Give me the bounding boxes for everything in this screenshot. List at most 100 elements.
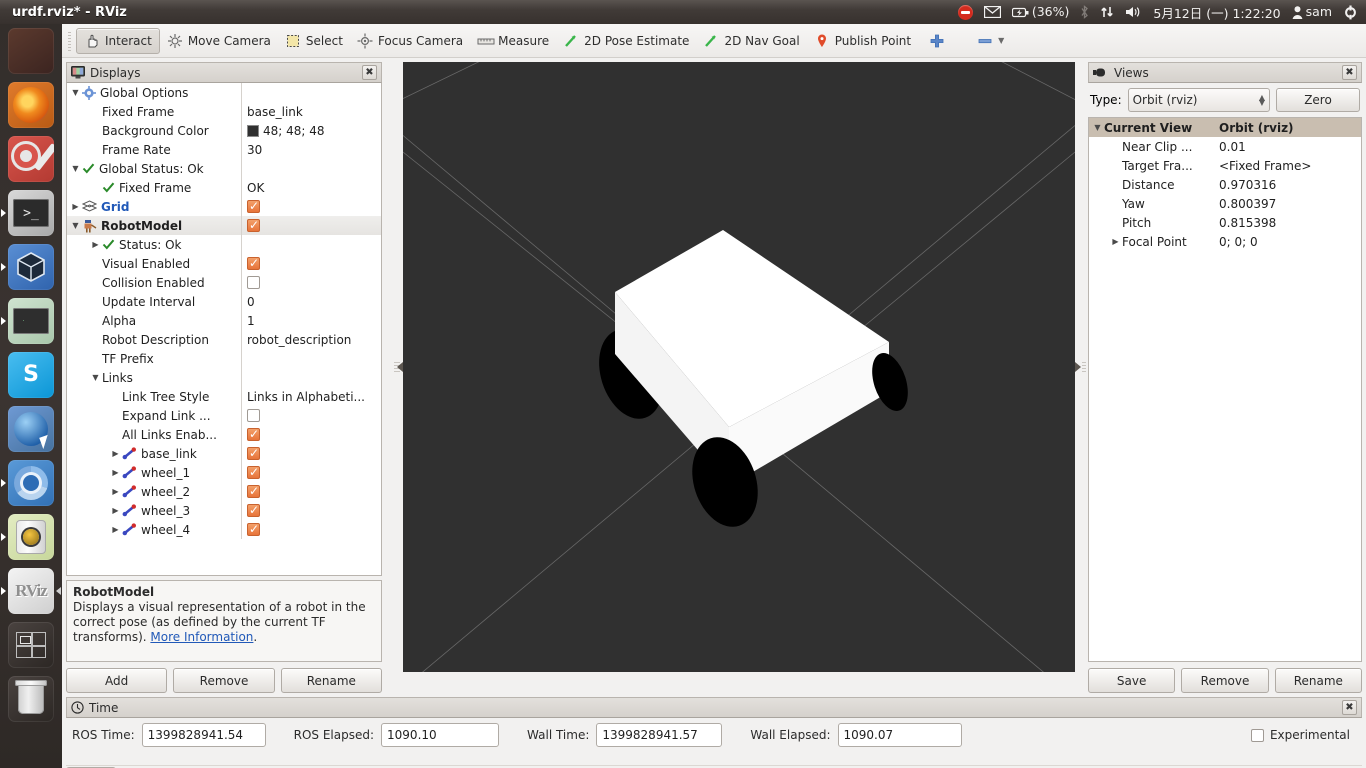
toolbar-grip[interactable] [66, 29, 73, 52]
checkbox-on[interactable] [247, 484, 260, 498]
display-row-wheel-1[interactable]: ▶ wheel_1 [67, 463, 381, 482]
display-row-alpha[interactable]: Alpha 1 [67, 311, 381, 330]
display-row-value-cell[interactable] [241, 406, 381, 425]
display-row-value-cell[interactable] [241, 197, 381, 216]
launcher-item-system-settings[interactable] [0, 132, 62, 186]
views-row-distance[interactable]: Distance 0.970316 [1089, 175, 1361, 194]
tool-measure[interactable]: Measure [470, 28, 556, 54]
experimental-checkbox-row[interactable]: Experimental [1250, 728, 1356, 742]
checkbox-on[interactable] [247, 427, 260, 441]
color-swatch[interactable] [247, 124, 259, 137]
expander-closed-icon[interactable]: ▶ [89, 240, 102, 249]
checkbox-on[interactable] [247, 446, 260, 460]
expander-open-icon[interactable]: ▼ [89, 373, 102, 382]
3d-viewport[interactable] [403, 62, 1075, 672]
display-row-value-cell[interactable] [241, 425, 381, 444]
launcher-item-firefox[interactable] [0, 78, 62, 132]
time-input-2[interactable]: 1399828941.57 [596, 723, 723, 747]
collapse-right-icon[interactable] [1075, 362, 1081, 372]
display-row-value-cell[interactable]: Links in Alphabeti... [241, 387, 381, 406]
checkbox-on[interactable] [247, 503, 260, 517]
user-menu[interactable]: sam [1292, 5, 1332, 19]
launcher-item-workspace-switcher[interactable] [0, 618, 62, 672]
tool-interact[interactable]: Interact [76, 27, 160, 54]
display-row-value-cell[interactable]: 30 [241, 140, 381, 159]
views-row-target-fra[interactable]: Target Fra... <Fixed Frame> [1089, 156, 1361, 175]
views-row-value[interactable]: 0.800397 [1215, 197, 1361, 211]
display-row-value-cell[interactable] [241, 349, 381, 368]
display-row-value-cell[interactable] [241, 444, 381, 463]
views-row-value[interactable]: <Fixed Frame> [1215, 159, 1361, 173]
launcher-item-audio-device[interactable] [0, 510, 62, 564]
views-row-value[interactable]: 0.01 [1215, 140, 1361, 154]
expander-closed-icon[interactable]: ▶ [69, 202, 82, 211]
launcher-item-dash-home[interactable] [0, 24, 62, 78]
tool-publish-point[interactable]: Publish Point [807, 28, 918, 54]
display-row-value-cell[interactable] [241, 83, 381, 102]
power-gear-icon[interactable] [1343, 5, 1358, 20]
remove-button[interactable]: Remove [173, 668, 275, 693]
display-row-status-ok[interactable]: ▶ Status: Ok [67, 235, 381, 254]
views-row-focal-point[interactable]: ▶ Focal Point 0; 0; 0 [1089, 232, 1361, 251]
display-row-value-cell[interactable] [241, 501, 381, 520]
volume-icon[interactable] [1125, 5, 1142, 19]
views-row-value[interactable]: 0; 0; 0 [1215, 235, 1361, 249]
checkbox-off[interactable] [247, 276, 260, 289]
display-row-link-tree-style[interactable]: Link Tree Style Links in Alphabeti... [67, 387, 381, 406]
display-row-base-link[interactable]: ▶ base_link [67, 444, 381, 463]
expander-closed-icon[interactable]: ▶ [109, 506, 122, 515]
clock-datetime[interactable]: 5月12日 (一) 1:22:20 [1153, 3, 1280, 22]
display-row-links[interactable]: ▼ Links [67, 368, 381, 387]
close-icon[interactable]: ✖ [1342, 700, 1357, 715]
add-button[interactable]: Add [66, 668, 168, 693]
expander-open-icon[interactable]: ▼ [69, 221, 82, 230]
tool-move-camera[interactable]: Move Camera [160, 28, 278, 54]
tool-select[interactable]: Select [278, 28, 350, 54]
expander-closed-icon[interactable]: ▶ [109, 525, 122, 534]
launcher-item-terminal[interactable]: >_ [0, 186, 62, 240]
expander-open-icon[interactable]: ▼ [1091, 123, 1104, 132]
views-row-pitch[interactable]: Pitch 0.815398 [1089, 213, 1361, 232]
display-row-value-cell[interactable]: base_link [241, 102, 381, 121]
display-row-grid[interactable]: ▶ Grid [67, 197, 381, 216]
display-row-value-cell[interactable] [241, 235, 381, 254]
rename-button[interactable]: Rename [280, 668, 382, 693]
envelope-icon[interactable] [983, 6, 1001, 18]
views-row-value[interactable]: 0.970316 [1215, 178, 1361, 192]
display-row-wheel-2[interactable]: ▶ wheel_2 [67, 482, 381, 501]
launcher-item-virtualbox[interactable] [0, 240, 62, 294]
views-tree-header[interactable]: ▼ Current View Orbit (rviz) [1089, 118, 1361, 137]
tool-2d-pose-estimate[interactable]: 2D Pose Estimate [556, 28, 696, 54]
display-row-collision-enabled[interactable]: Collision Enabled [67, 273, 381, 292]
tool-2d-nav-goal[interactable]: 2D Nav Goal [696, 28, 806, 54]
display-row-robotmodel[interactable]: ▼ RobotModel [67, 216, 381, 235]
display-row-value-cell[interactable] [241, 482, 381, 501]
display-row-value-cell[interactable] [241, 368, 381, 387]
tool-add[interactable] [922, 28, 952, 54]
checkbox-on[interactable] [247, 522, 260, 536]
launcher-item-trash[interactable] [0, 672, 62, 726]
display-row-value-cell[interactable] [241, 254, 381, 273]
display-row-expand-link[interactable]: Expand Link ... [67, 406, 381, 425]
checkbox-off[interactable] [247, 409, 260, 422]
rename-view-button[interactable]: Rename [1274, 668, 1362, 693]
view-type-combo[interactable]: Orbit (rviz) ▲ ▼ [1127, 88, 1270, 112]
views-row-near-clip[interactable]: Near Clip ... 0.01 [1089, 137, 1361, 156]
display-row-value-cell[interactable]: 48; 48; 48 [241, 121, 381, 140]
display-row-value-cell[interactable]: 0 [241, 292, 381, 311]
battery-icon[interactable]: (36%) [1011, 5, 1069, 19]
display-row-wheel-4[interactable]: ▶ wheel_4 [67, 520, 381, 539]
display-row-value-cell[interactable] [241, 216, 381, 235]
display-row-frame-rate[interactable]: Frame Rate 30 [67, 140, 381, 159]
launcher-item-skype[interactable]: S [0, 348, 62, 402]
display-row-value-cell[interactable]: OK [241, 178, 381, 197]
expander-closed-icon[interactable]: ▶ [1109, 237, 1122, 246]
checkbox-on[interactable] [247, 256, 260, 270]
display-row-all-links-enab[interactable]: All Links Enab... [67, 425, 381, 444]
do-not-disturb-icon[interactable] [957, 4, 973, 20]
display-row-background-color[interactable]: Background Color 48; 48; 48 [67, 121, 381, 140]
zero-button[interactable]: Zero [1276, 88, 1360, 112]
display-row-value-cell[interactable] [241, 273, 381, 292]
display-row-tf-prefix[interactable]: TF Prefix [67, 349, 381, 368]
expander-open-icon[interactable]: ▼ [69, 88, 82, 97]
